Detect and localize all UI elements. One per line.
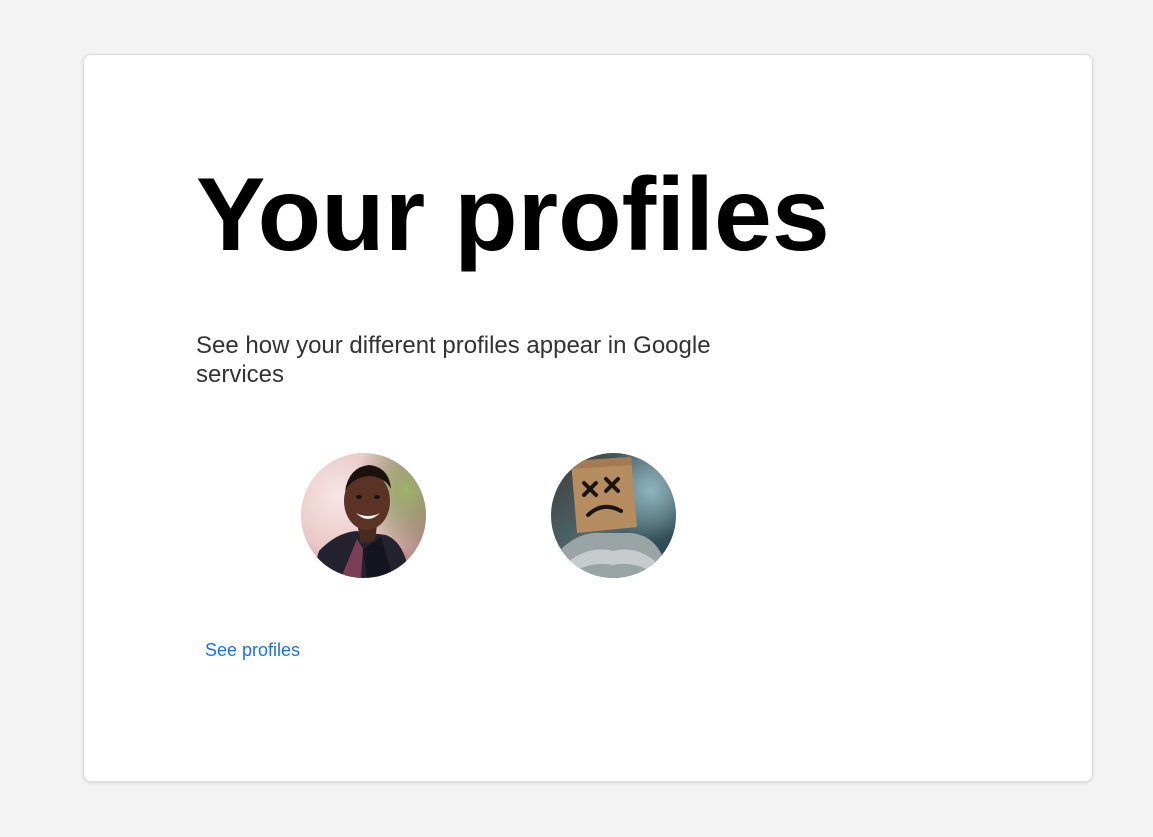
see-profiles-link[interactable]: See profiles — [205, 639, 300, 661]
avatar-photo-person — [301, 453, 426, 578]
page-subtitle: See how your different profiles appear i… — [196, 332, 711, 388]
avatar-photo-paper-bag — [551, 453, 676, 578]
profiles-card: Your profiles See how your different pro… — [83, 54, 1093, 782]
profile-avatar-masked — [551, 453, 676, 578]
page-title: Your profiles — [196, 157, 830, 273]
profile-avatar-person — [301, 453, 426, 578]
